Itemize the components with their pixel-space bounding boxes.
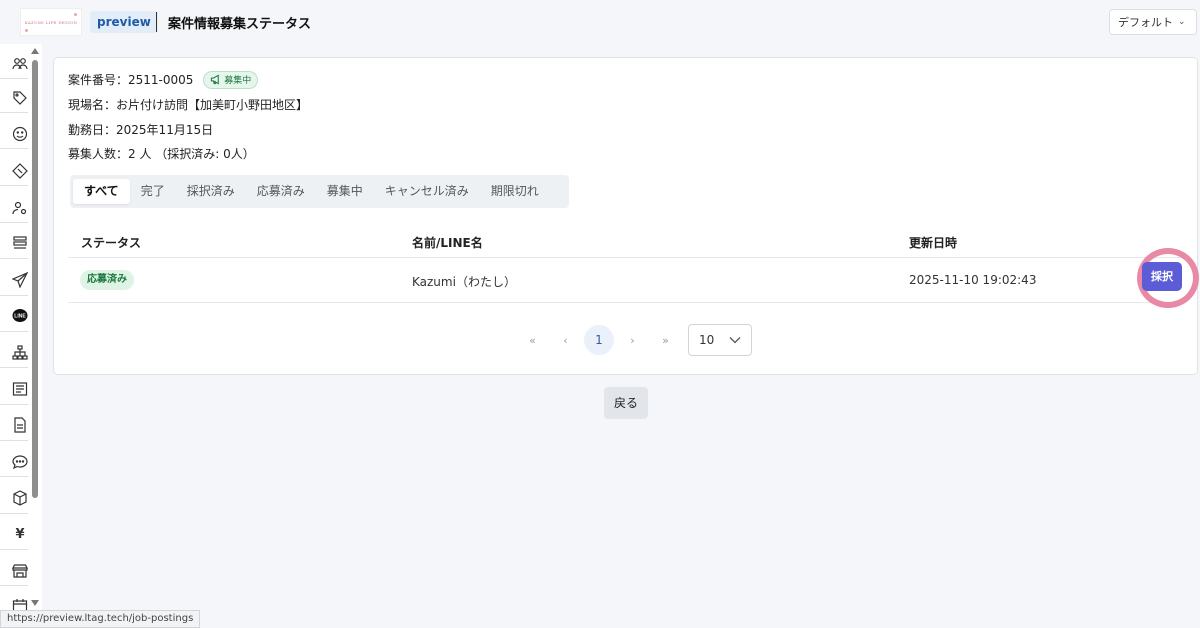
page-size-value: 10: [699, 333, 715, 347]
environment-badge: preview: [90, 11, 158, 33]
user-settings-icon[interactable]: [10, 198, 30, 218]
first-page-button[interactable]: «: [516, 334, 549, 347]
last-page-button[interactable]: »: [649, 334, 682, 347]
page-size-select[interactable]: 10: [688, 324, 752, 356]
status-bar-url: https://preview.ltag.tech/job-postings: [0, 610, 201, 628]
sidebar-divider: [0, 404, 28, 405]
applicant-status-badge: 応募済み: [80, 270, 134, 290]
site-name-line: 現場名：お片付け訪問【加美町小野田地区】: [68, 96, 308, 113]
page-title: 案件情報募集ステータス: [168, 17, 312, 32]
column-header-status: ステータス: [81, 236, 142, 250]
work-date-line: 勤務日：2025年11月15日: [68, 121, 213, 138]
tab-expired[interactable]: 期限切れ: [480, 179, 550, 204]
sidebar-divider: [0, 112, 28, 113]
yen-icon[interactable]: ¥: [10, 524, 30, 544]
work-date: 2025年11月15日: [116, 123, 214, 137]
tab-applied[interactable]: 応募済み: [246, 179, 316, 204]
chevron-down-icon: [729, 337, 741, 344]
sidebar-divider: [0, 258, 28, 259]
page-1-button[interactable]: 1: [584, 325, 614, 355]
sidebar-divider: [0, 476, 28, 477]
tab-all[interactable]: すべて: [73, 179, 130, 204]
job-number-line: 案件番号：2511-0005 募集中: [68, 70, 259, 90]
back-button[interactable]: 戻る: [604, 387, 648, 419]
brand-logo[interactable]: KAZUMI LIFE DESIGN: [20, 8, 82, 36]
smile-icon[interactable]: [10, 124, 30, 144]
sidebar-scrollbar-thumb[interactable]: [32, 60, 38, 498]
send-icon[interactable]: [10, 270, 30, 290]
list-icon[interactable]: [10, 233, 30, 253]
column-header-updated: 更新日時: [909, 236, 958, 250]
job-status-badge: 募集中: [203, 70, 259, 89]
brand-logo-text: KAZUMI LIFE DESIGN: [24, 19, 78, 25]
job-number: 2511-0005: [128, 73, 194, 87]
table-row: 応募済み Kazumi（わたし） 2025-11-10 19:02:43 採択: [68, 248, 1199, 308]
sidebar-divider: [0, 185, 28, 186]
recruit-count-line: 募集人数：2 人 （採択済み: 0人）: [68, 145, 255, 162]
document-icon[interactable]: [10, 415, 30, 435]
scrollbar-down-arrow[interactable]: [31, 600, 39, 606]
tab-recruiting[interactable]: 募集中: [316, 179, 374, 204]
sidebar-divider: [0, 585, 28, 586]
applicant-updated-at: 2025-11-10 19:02:43: [909, 273, 1037, 287]
table-header: ステータス 名前/LINE名 更新日時: [68, 226, 1186, 258]
sidebar-divider: [0, 295, 28, 296]
job-status-text: 募集中: [224, 76, 252, 86]
job-number-label: 案件番号：: [68, 73, 129, 87]
site-name-label: 現場名：: [68, 98, 117, 112]
site-name: お片付け訪問【加美町小野田地区】: [116, 98, 309, 112]
prev-page-button[interactable]: ‹: [549, 334, 582, 347]
tab-cancelled[interactable]: キャンセル済み: [374, 179, 480, 204]
work-date-label: 勤務日：: [68, 123, 117, 137]
sidebar-divider: [0, 367, 28, 368]
applicant-name: Kazumi（わたし）: [412, 275, 516, 289]
chat-icon[interactable]: [10, 452, 30, 472]
megaphone-icon: [211, 74, 220, 85]
next-page-button[interactable]: ›: [616, 334, 649, 347]
sidebar-divider: [0, 440, 28, 441]
article-icon[interactable]: [10, 379, 30, 399]
view-select[interactable]: デフォルト ⌄: [1109, 9, 1197, 35]
sidebar-divider: [0, 513, 28, 514]
sidebar-divider: [0, 148, 28, 149]
chevron-down-icon: ⌄: [1178, 17, 1186, 27]
pagination: « ‹ 1 › » 10: [516, 324, 752, 356]
sidebar-divider: [0, 549, 28, 550]
tab-adopted[interactable]: 採択済み: [176, 179, 246, 204]
recruit-count: 2 人 （採択済み: 0人）: [128, 147, 255, 161]
recruit-count-label: 募集人数：: [68, 147, 129, 161]
adopt-button[interactable]: 採択: [1142, 262, 1182, 291]
hierarchy-icon[interactable]: [10, 343, 30, 363]
app-header: KAZUMI LIFE DESIGN preview 案件情報募集ステータス デ…: [0, 0, 1200, 44]
sidebar-divider: [0, 222, 28, 223]
header-divider: [156, 12, 157, 32]
ticket-icon[interactable]: [10, 161, 30, 181]
view-select-value: デフォルト: [1118, 16, 1173, 29]
job-status-card: 案件番号：2511-0005 募集中 現場名：お片付け訪問【加美町小野田地区】 …: [53, 57, 1199, 375]
sidebar-divider: [0, 331, 28, 332]
box-icon[interactable]: [10, 488, 30, 508]
scrollbar-up-arrow[interactable]: [31, 48, 39, 54]
tag-icon[interactable]: [10, 88, 30, 108]
column-header-name: 名前/LINE名: [412, 236, 483, 250]
tab-completed[interactable]: 完了: [130, 179, 176, 204]
store-icon[interactable]: [10, 561, 30, 581]
users-icon[interactable]: [10, 54, 30, 74]
line-icon-label: LINE: [14, 314, 26, 320]
line-icon[interactable]: LINE: [10, 306, 30, 326]
status-filter-tabs: すべて 完了 採択済み 応募済み 募集中 キャンセル済み 期限切れ: [70, 175, 569, 208]
sidebar-divider: [0, 78, 28, 79]
